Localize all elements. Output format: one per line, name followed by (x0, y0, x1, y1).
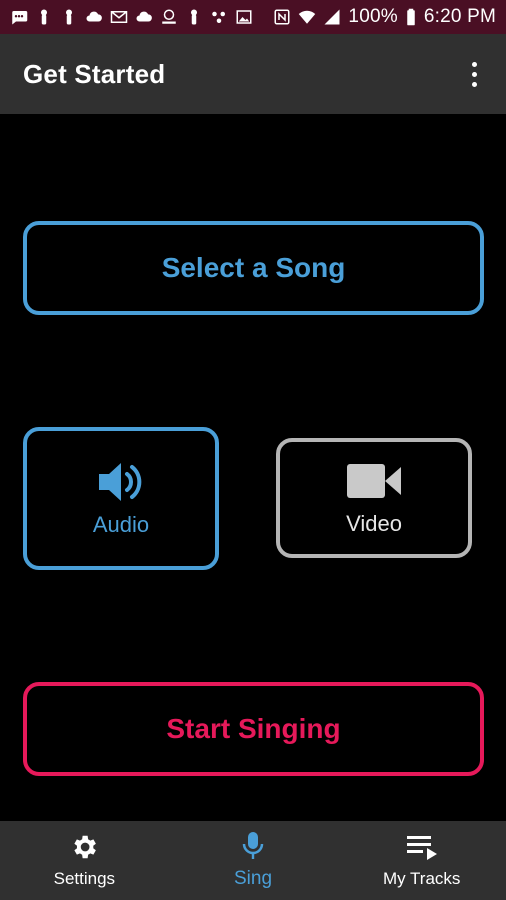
bottom-navigation: Settings Sing My Tracks (0, 821, 506, 900)
wifi-icon (298, 8, 316, 26)
signal-icon (323, 8, 341, 26)
select-song-label: Select a Song (161, 252, 346, 283)
nav-sing-label: Sing (233, 867, 273, 889)
cloud-icon (85, 8, 103, 26)
app-bar: Get Started (0, 34, 506, 114)
gmail-icon (110, 8, 128, 26)
more-vert-icon (471, 61, 477, 67)
audio-label: Audio (92, 511, 150, 537)
image-icon (235, 8, 253, 26)
select-song-button[interactable]: Select a Song (23, 221, 484, 315)
nav-sing[interactable]: Sing (169, 821, 338, 900)
nfc-icon (273, 8, 291, 26)
voicemail-icon (35, 8, 53, 26)
speaker-icon (97, 460, 145, 504)
overflow-menu-button[interactable] (464, 54, 484, 94)
start-singing-button[interactable]: Start Singing (23, 682, 484, 776)
start-singing-label: Start Singing (166, 713, 341, 744)
voicemail-icon (60, 8, 78, 26)
video-label: Video (346, 511, 402, 536)
battery-icon (405, 8, 417, 26)
notification-icons (10, 8, 253, 26)
message-icon (10, 8, 28, 26)
directv-icon (160, 8, 178, 26)
gear-icon (69, 833, 99, 861)
video-mode-button[interactable]: Video (276, 438, 472, 558)
nav-my-tracks[interactable]: My Tracks (337, 821, 506, 900)
playlist-icon (406, 833, 438, 861)
battery-level: 100% (348, 6, 398, 27)
cloud-icon (135, 8, 153, 26)
system-status: 100% 6:20 PM (273, 6, 496, 28)
nav-settings-label: Settings (53, 868, 116, 888)
clock: 6:20 PM (423, 6, 496, 27)
video-camera-icon (347, 459, 401, 503)
nav-my-tracks-label: My Tracks (382, 868, 461, 888)
page-title: Get Started (23, 58, 166, 89)
nav-settings[interactable]: Settings (0, 821, 169, 900)
voicemail-icon (185, 8, 203, 26)
status-bar: 100% 6:20 PM (0, 0, 506, 34)
microphone-icon (241, 831, 265, 860)
dots-icon (210, 8, 228, 26)
audio-mode-button[interactable]: Audio (23, 427, 219, 570)
